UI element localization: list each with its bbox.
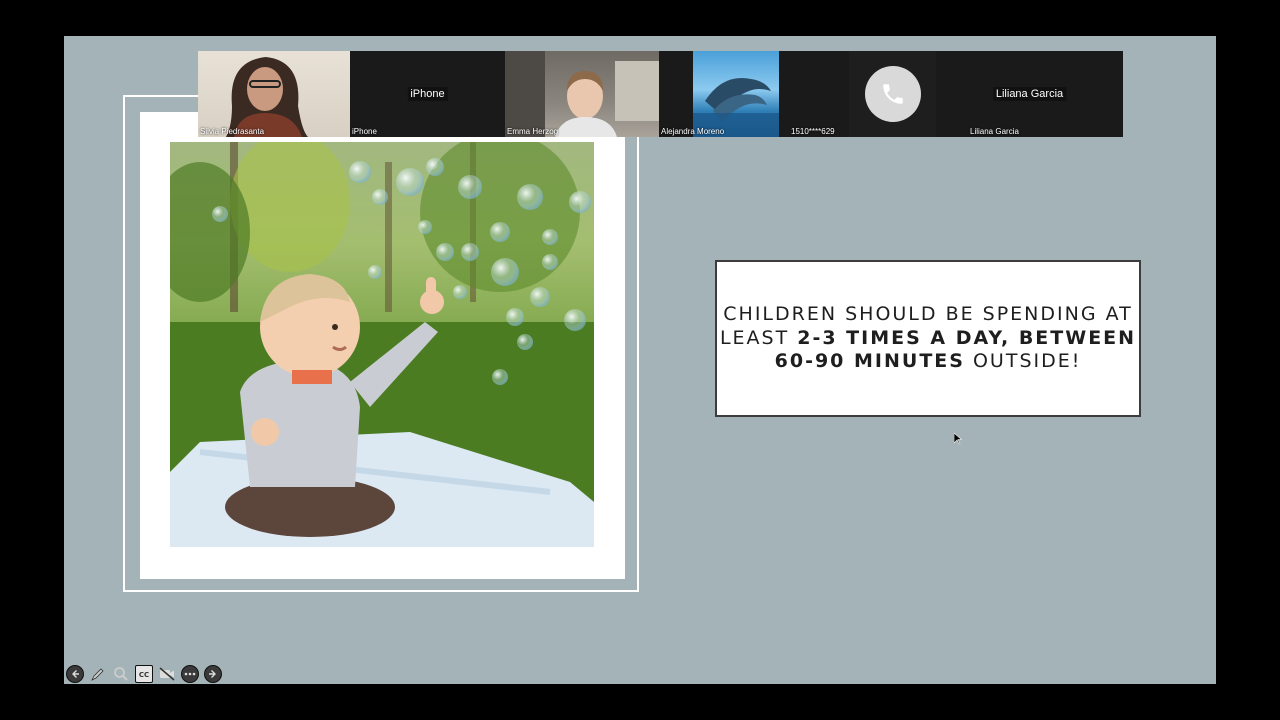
participant-avatar-dolphin — [693, 51, 779, 137]
participant-strip: Silvia Piedrasanta iPhone iPhone Emma He… — [198, 51, 1123, 137]
photo-illustration — [170, 142, 594, 547]
arrow-right-icon[interactable] — [204, 665, 222, 683]
mouse-pointer-icon — [954, 433, 962, 445]
participant-tile[interactable]: iPhone iPhone — [350, 51, 505, 137]
dolphin-icon — [693, 77, 779, 137]
zoom-icon[interactable] — [112, 665, 130, 683]
phone-avatar — [865, 66, 921, 122]
closed-caption-icon[interactable]: CC — [135, 665, 153, 683]
slide-text-box: Children should be spending at least 2-3… — [715, 260, 1141, 417]
participant-video — [226, 57, 308, 137]
participant-name: Silvia Piedrasanta — [200, 127, 265, 136]
message-part-2: outside! — [964, 350, 1082, 373]
participant-name: 1510****629 — [791, 127, 835, 136]
svg-text:CC: CC — [139, 671, 149, 679]
participant-name: Alejandra Moreno — [661, 127, 725, 136]
participant-tile[interactable]: Silvia Piedrasanta — [198, 51, 350, 137]
participant-video — [505, 51, 659, 137]
video-off-icon[interactable] — [158, 665, 176, 683]
participant-name: iPhone — [352, 127, 377, 136]
participant-center-label: iPhone — [407, 87, 448, 101]
participant-name: Liliana Garcia — [970, 127, 1019, 136]
participant-tile[interactable]: Emma Herzog — [505, 51, 659, 137]
participant-tile[interactable]: Alejandra Moreno — [659, 51, 781, 137]
participant-tile[interactable]: 1510****629 — [781, 51, 936, 137]
message-emphasis: 2-3 times a day, between 60-90 minutes — [774, 326, 1137, 373]
phone-icon — [883, 84, 903, 104]
phone-avatar-bg — [849, 51, 936, 137]
participant-center-label: Liliana Garcia — [992, 87, 1067, 101]
pen-icon[interactable] — [89, 665, 107, 683]
slide-message: Children should be spending at least 2-3… — [717, 303, 1139, 374]
more-icon[interactable] — [181, 665, 199, 683]
arrow-left-icon[interactable] — [66, 665, 84, 683]
participant-tile[interactable]: Liliana Garcia Liliana Garcia — [936, 51, 1123, 137]
presentation-toolbar: CC — [66, 665, 222, 683]
participant-name: Emma Herzog — [507, 127, 559, 136]
baby-bubbles-photo — [170, 142, 594, 547]
